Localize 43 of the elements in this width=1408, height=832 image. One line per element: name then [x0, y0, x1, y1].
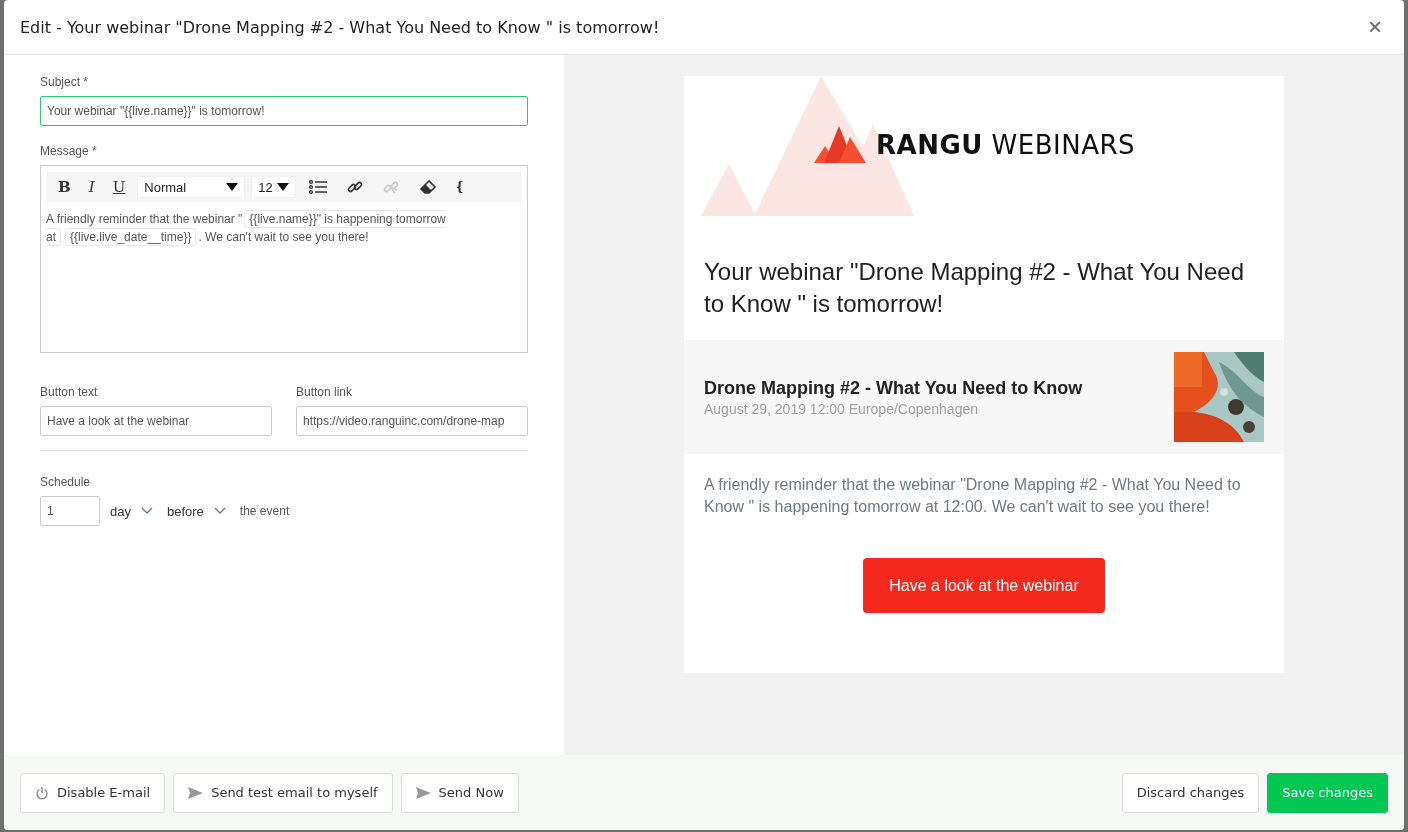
power-icon	[35, 785, 49, 800]
send-icon	[415, 786, 431, 799]
webinar-button[interactable]: Have a look at the webinar	[863, 558, 1105, 613]
link-icon[interactable]	[346, 179, 363, 195]
field-label: Schedule	[40, 475, 92, 489]
italic-button[interactable]: I	[82, 178, 101, 196]
event-date: August 29, 2019 12:00 Europe/Copenhagen	[704, 400, 979, 417]
relation-dropdown[interactable]: before	[166, 503, 226, 519]
amount-field[interactable]: 1	[40, 496, 100, 526]
underline-button[interactable]: U	[106, 178, 132, 196]
bold-button[interactable]: B	[52, 178, 77, 196]
font-size-dropdown[interactable]: 12	[251, 176, 296, 198]
field-label: Message *	[40, 144, 98, 158]
code-button[interactable]: {	[449, 180, 470, 194]
subject-field[interactable]: Your webinar "{{live.name}}" is tomorrow!	[40, 96, 528, 126]
footer-button[interactable]: Disable E-mail	[20, 772, 166, 813]
logo-icon	[814, 126, 866, 163]
footer-button[interactable]: Send test email to myself	[173, 772, 393, 813]
message-editor[interactable]: B I U Normal 12 { A friendly reminder that the webinar " {{live.name}}" is happening tomorrow at {{live.live_date__time}} . We can't wait to see you there!	[40, 165, 528, 353]
eraser-icon[interactable]	[418, 179, 437, 195]
field-label: Subject *	[40, 75, 90, 89]
discard-button[interactable]: Discard changes	[1121, 772, 1260, 813]
field-label: Button text	[40, 385, 99, 399]
unit-dropdown[interactable]: day	[110, 503, 153, 519]
field-label: Button link	[296, 385, 354, 399]
window-title: Edit - Your webinar "Drone Mapping #2 - What You Need to Know " is tomorrow!	[20, 17, 660, 37]
schedule-suffix: the event	[239, 504, 290, 518]
bullet-list-icon[interactable]	[308, 180, 327, 194]
logo-text: RANGU WEBINARS	[876, 129, 1136, 160]
email-body: A friendly reminder that the webinar "Drone Mapping #2 - What You Need to Know " is happening tomorrow at 12:00. We can't wait to see you there!	[703, 475, 1242, 517]
caret-icon	[226, 183, 239, 191]
close-button[interactable]: ×	[1368, 13, 1382, 41]
button-text-field[interactable]: Have a look at the webinar	[40, 406, 272, 436]
caret-icon	[276, 183, 289, 191]
email-heading: Your webinar "Drone Mapping #2 - What You Need to Know " is tomorrow!	[703, 257, 1245, 319]
format-dropdown[interactable]: Normal	[137, 176, 246, 198]
footer-button[interactable]: Send Now	[400, 772, 519, 813]
message-text: A friendly reminder that the webinar " {{live.name}}" is happening tomorrow at {{live.live_date__time}} . We can't wait to see you there!	[46, 210, 447, 246]
button-link-field[interactable]: https://video.ranguinc.com/drone-map	[296, 406, 528, 436]
send-icon	[188, 786, 204, 799]
chevron-down-icon	[140, 507, 153, 515]
chevron-down-icon	[213, 507, 226, 515]
event-title: Drone Mapping #2 - What You Need to Know	[704, 377, 1083, 399]
